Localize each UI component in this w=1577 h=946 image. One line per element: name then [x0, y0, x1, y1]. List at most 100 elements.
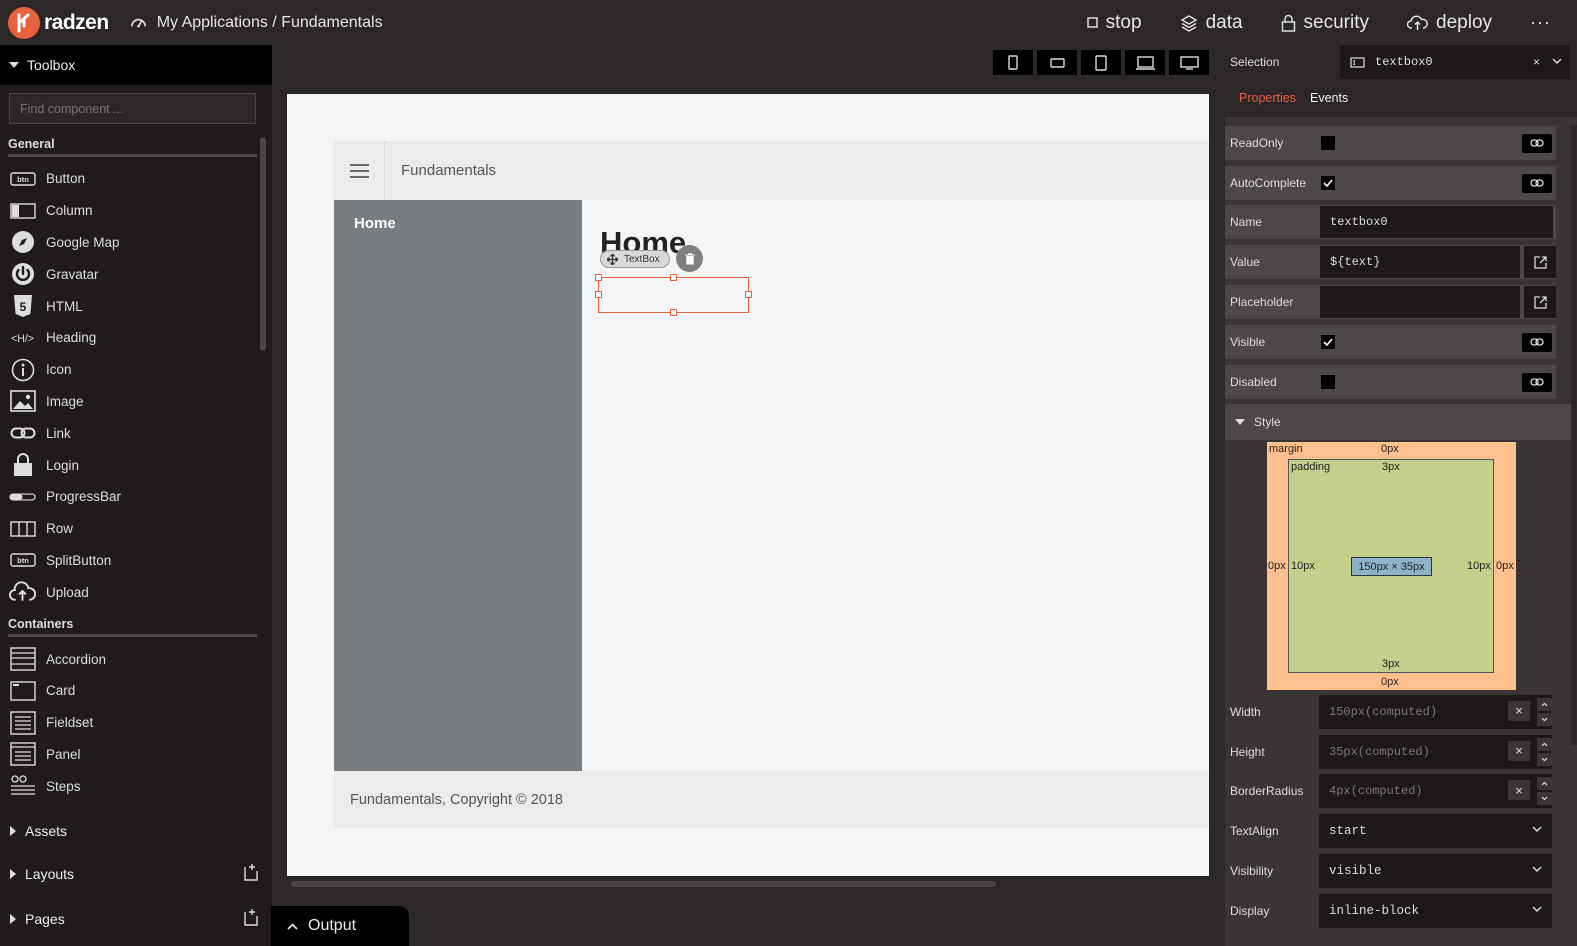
toolbox-item-label: Heading [46, 330, 97, 346]
page-preview: Fundamentals Home Home TextBox Fundament… [287, 94, 1209, 876]
autocomplete-bind-button[interactable] [1522, 173, 1552, 193]
border-radius-input[interactable]: 4px(computed) × [1319, 774, 1552, 809]
toolbox-item-heading[interactable]: <H/> Heading [0, 322, 272, 354]
assets-section[interactable]: Assets [0, 811, 272, 851]
properties-scrollbar[interactable] [1571, 125, 1577, 745]
more-menu-button[interactable]: ··· [1530, 12, 1551, 33]
disabled-bind-button[interactable] [1522, 372, 1552, 392]
name-input[interactable]: textbox0 [1320, 206, 1553, 239]
toolbox-item-upload[interactable]: Upload [0, 576, 272, 608]
tab-events[interactable]: Events [1310, 91, 1348, 105]
selected-textbox[interactable] [595, 274, 752, 316]
toolbox-item-column[interactable]: Column [0, 195, 272, 227]
layouts-section[interactable]: Layouts [0, 854, 272, 894]
toolbox-item-splitbutton[interactable]: btn SplitButton [0, 545, 272, 577]
selection-tag[interactable]: TextBox [600, 250, 670, 268]
margin-bottom-value[interactable]: 0px [1381, 676, 1399, 688]
style-section-header[interactable]: Style [1225, 403, 1577, 440]
sidebar-toggle[interactable] [334, 141, 385, 200]
add-page-button[interactable] [242, 908, 260, 927]
tablet-portrait-icon [1095, 54, 1107, 71]
device-tablet-portrait-button[interactable] [1081, 50, 1121, 75]
padding-bottom-value[interactable]: 3px [1382, 658, 1400, 670]
device-desktop-button[interactable] [1169, 50, 1209, 75]
delete-component-button[interactable] [676, 245, 703, 272]
height-clear-button[interactable]: × [1508, 740, 1530, 761]
find-component-input[interactable] [9, 93, 256, 124]
pages-section[interactable]: Pages [0, 899, 272, 939]
toolbox-item-gravatar[interactable]: Gravatar [0, 258, 272, 290]
resize-handle[interactable] [670, 274, 677, 281]
toolbox-item-html[interactable]: 5 HTML [0, 290, 272, 322]
value-input[interactable]: ${text} [1320, 246, 1520, 279]
toolbox-item-row[interactable]: Row [0, 513, 272, 545]
chevron-up-icon [287, 922, 298, 930]
resize-handle[interactable] [595, 291, 602, 298]
width-clear-button[interactable]: × [1508, 700, 1530, 721]
toolbox-item-button[interactable]: btn Button [0, 163, 272, 195]
chevron-down-icon[interactable] [1552, 58, 1562, 64]
toolbox-item-fieldset[interactable]: Fieldset [0, 707, 272, 739]
security-button[interactable]: security [1281, 12, 1369, 34]
toolbox-item-panel[interactable]: Panel [0, 739, 272, 771]
width-input[interactable]: 150px(computed) × [1319, 694, 1552, 729]
toolbox-item-accordion[interactable]: Accordion [0, 643, 272, 675]
height-input[interactable]: 35px(computed) × [1319, 734, 1552, 769]
text-align-dropdown[interactable]: start [1319, 814, 1552, 849]
selection-dropdown[interactable]: textbox0 × [1340, 45, 1570, 79]
margin-left-value[interactable]: 0px [1268, 560, 1286, 572]
data-button[interactable]: data [1180, 12, 1243, 34]
height-stepper[interactable] [1537, 737, 1552, 766]
tab-properties[interactable]: Properties [1239, 91, 1296, 105]
border-radius-clear-button[interactable]: × [1508, 780, 1530, 801]
resize-handle[interactable] [670, 309, 677, 316]
readonly-bind-button[interactable] [1522, 133, 1552, 153]
resize-handle[interactable] [745, 291, 752, 298]
toolbox-scrollbar[interactable] [260, 137, 266, 351]
resize-handle[interactable] [595, 274, 602, 281]
add-layout-button[interactable] [242, 863, 260, 882]
toolbox-item-google-map[interactable]: Google Map [0, 227, 272, 259]
margin-right-value[interactable]: 0px [1496, 560, 1514, 572]
deploy-button[interactable]: deploy [1407, 12, 1492, 34]
breadcrumb[interactable]: My Applications / Fundamentals [129, 13, 383, 32]
toolbox-item-progressbar[interactable]: ProgressBar [0, 481, 272, 513]
toolbox-item-login[interactable]: Login [0, 449, 272, 481]
toolbox-item-image[interactable]: Image [0, 386, 272, 418]
stop-button[interactable]: stop [1086, 12, 1142, 34]
nav-item-home[interactable]: Home [334, 200, 582, 232]
toolbox-item-steps[interactable]: Steps [0, 770, 272, 802]
value-edit-button[interactable] [1524, 246, 1556, 279]
desktop-icon [1179, 55, 1199, 70]
output-panel-toggle[interactable]: Output [271, 906, 409, 946]
clear-selection-icon[interactable]: × [1533, 55, 1540, 69]
svg-text:5: 5 [19, 300, 26, 314]
radzen-logo[interactable]: radzen [8, 6, 109, 39]
disabled-checkbox[interactable] [1321, 374, 1335, 389]
margin-top-value[interactable]: 0px [1381, 443, 1399, 455]
placeholder-input[interactable] [1320, 286, 1520, 319]
padding-top-value[interactable]: 3px [1382, 461, 1400, 473]
padding-right-value[interactable]: 10px [1467, 560, 1491, 572]
canvas-scrollbar[interactable] [291, 881, 996, 887]
visible-bind-button[interactable] [1522, 332, 1552, 352]
toolbox-item-link[interactable]: Link [0, 417, 272, 449]
readonly-checkbox[interactable] [1321, 135, 1335, 150]
border-radius-stepper[interactable] [1537, 777, 1552, 806]
device-phone-portrait-button[interactable] [993, 50, 1033, 75]
visible-checkbox[interactable] [1321, 334, 1335, 349]
svg-text:btn: btn [17, 556, 29, 565]
display-dropdown[interactable]: inline-block [1319, 893, 1552, 928]
toolbox-header[interactable]: Toolbox [0, 45, 272, 85]
display-value: inline-block [1329, 903, 1420, 918]
toolbox-item-card[interactable]: Card [0, 675, 272, 707]
width-stepper[interactable] [1537, 697, 1552, 726]
text-align-label: TextAlign [1230, 824, 1279, 839]
autocomplete-checkbox[interactable] [1321, 175, 1335, 190]
visibility-dropdown[interactable]: visible [1319, 854, 1552, 889]
device-phone-landscape-button[interactable] [1037, 50, 1077, 75]
padding-left-value[interactable]: 10px [1291, 560, 1315, 572]
device-laptop-button[interactable] [1125, 50, 1165, 75]
placeholder-edit-button[interactable] [1524, 286, 1556, 319]
toolbox-item-icon[interactable]: Icon [0, 354, 272, 386]
